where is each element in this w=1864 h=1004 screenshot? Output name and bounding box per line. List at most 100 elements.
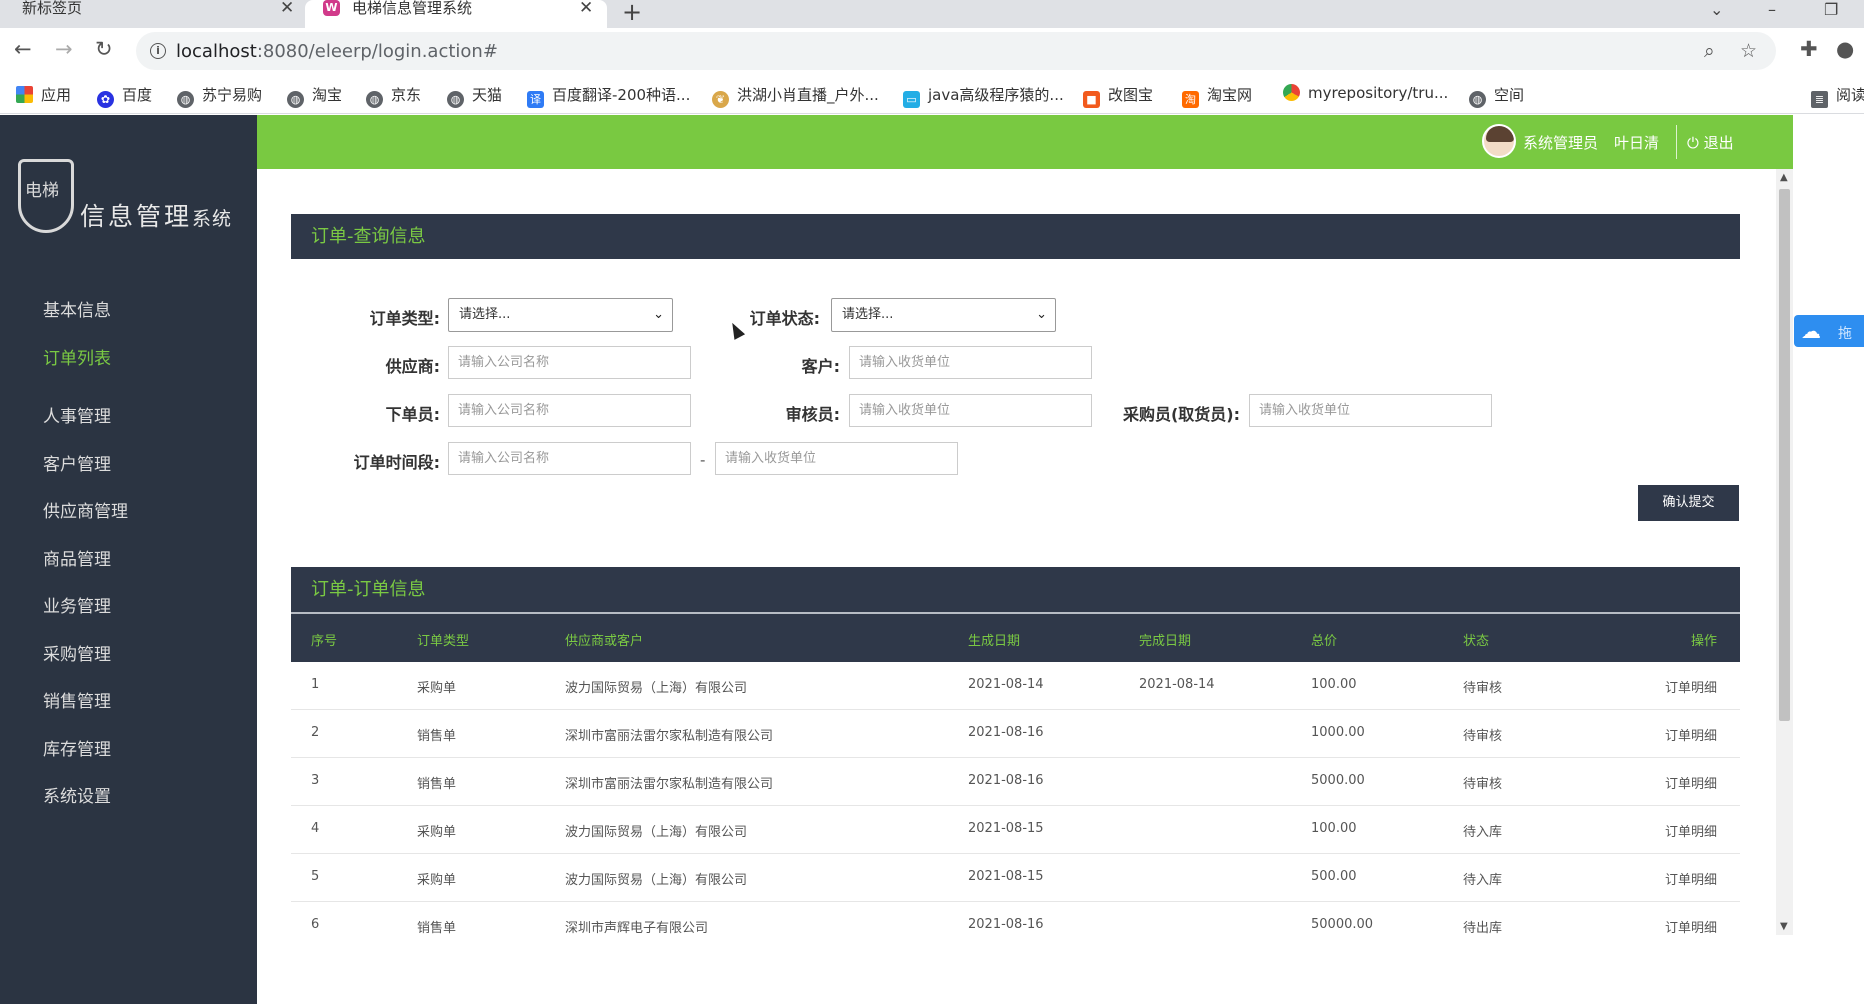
bookmark-tmall[interactable]: ◍ 天猫 [447,84,502,108]
table-row: 2 销售单 深圳市富丽法雷尔家私制造有限公司 2021-08-16 1000.0… [291,710,1740,758]
period-dash: - [700,451,706,469]
url-path: :8080/eleerp/login.action# [256,41,498,62]
order-detail-link[interactable]: 订单明细 [1665,725,1717,744]
chrome-icon [1283,84,1300,101]
user-avatar[interactable] [1482,124,1516,158]
bookmark-apps[interactable]: 应用 [16,84,71,105]
order-detail-link[interactable]: 订单明细 [1665,821,1717,840]
cell-party: 深圳市富丽法雷尔家私制造有限公司 [565,777,774,792]
baidu-netdisk-widget[interactable]: ☁ 拖 [1794,315,1864,347]
order-type-select[interactable]: 请选择... ⌄ [448,298,673,332]
forward-arrow-icon[interactable]: → [55,37,73,61]
sidebar-item-purchasing[interactable]: 采购管理 [43,640,111,665]
address-bar[interactable]: i localhost:8080/eleerp/login.action# ⌕ … [136,32,1776,70]
bookmark-label: 淘宝网 [1207,86,1253,104]
bookmark-baidu-translate[interactable]: 译百度翻译-200种语... [527,84,690,108]
table-row: 5 采购单 波力国际贸易（上海）有限公司 2021-08-15 500.00 待… [291,854,1740,902]
bookmark-star-icon[interactable]: ☆ [1740,40,1757,62]
scrollbar-thumb[interactable] [1779,189,1790,721]
bookmark-taobao-net[interactable]: 淘淘宝网 [1182,84,1252,108]
order-type-label: 订单类型: [369,309,440,328]
back-arrow-icon[interactable]: ← [14,37,32,61]
url-host: localhost [176,41,257,62]
user-name[interactable]: 叶日清 [1614,132,1659,153]
app-header: 系统管理员 叶日清 ⏻ 退出 [257,115,1793,169]
cell-index: 5 [311,869,320,884]
order-status-select[interactable]: 请选择... ⌄ [831,298,1056,332]
table-row: 4 采购单 波力国际贸易（上海）有限公司 2021-08-15 100.00 待… [291,806,1740,854]
table-header: 序号 订单类型 供应商或客户 生成日期 完成日期 总价 状态 操作 [291,612,1740,662]
new-tab-plus-icon[interactable]: + [622,0,642,26]
sidebar-item-personnel[interactable]: 人事管理 [43,402,111,427]
logout-button[interactable]: ⏻ 退出 [1687,132,1734,153]
tab-title: 电梯信息管理系统 [352,0,473,17]
cell-total: 50000.00 [1311,917,1374,932]
site-info-icon[interactable]: i [150,43,166,59]
bookmark-java-bilibili[interactable]: ▭ java高级程序猿的... [903,84,1064,108]
cell-status: 待审核 [1463,777,1503,792]
col-header-index: 序号 [311,634,338,649]
restore-icon[interactable]: ❐ [1824,0,1838,19]
reload-icon[interactable]: ↻ [95,37,113,61]
sidebar-item-order-list[interactable]: 订单列表 [43,344,111,369]
col-header-created: 生成日期 [968,634,1021,649]
period-start-input[interactable]: 请输入公司名称 [448,442,691,475]
order-detail-link[interactable]: 订单明细 [1665,773,1717,792]
customer-input[interactable]: 请输入收货单位 [849,346,1092,379]
cell-total: 100.00 [1311,821,1357,836]
buyer-input[interactable]: 请输入收货单位 [1249,394,1492,427]
cell-status: 待出库 [1463,921,1503,936]
close-icon[interactable]: ✕ [579,0,593,17]
cell-created: 2021-08-14 [968,677,1044,692]
zoom-icon[interactable]: ⌕ [1704,40,1715,62]
sidebar-item-suppliers[interactable]: 供应商管理 [43,497,128,522]
sidebar-item-inventory[interactable]: 库存管理 [43,735,111,760]
order-detail-link[interactable]: 订单明细 [1665,677,1717,696]
bookmark-gaitubao[interactable]: ■ 改图宝 [1083,84,1153,108]
bookmark-label: 百度翻译-200种语... [552,86,691,104]
order-period-label: 订单时间段: [353,453,440,472]
order-detail-link[interactable]: 订单明细 [1665,869,1717,888]
sidebar-item-business[interactable]: 业务管理 [43,592,111,617]
scroll-up-arrow-icon[interactable]: ▲ [1780,172,1788,183]
cell-index: 3 [311,773,320,788]
submit-button[interactable]: 确认提交 [1638,485,1739,521]
sidebar-item-settings[interactable]: 系统设置 [43,782,111,807]
sidebar-item-sales[interactable]: 销售管理 [43,687,111,712]
bookmark-taobao[interactable]: ◍ 淘宝 [287,84,342,108]
minimize-icon[interactable]: – [1768,0,1776,19]
tab-elevator-system[interactable]: W 电梯信息管理系统 ✕ [305,0,607,28]
profile-avatar-icon[interactable]: ● [1836,37,1854,61]
right-gutter [1793,115,1864,1004]
url-text[interactable]: localhost:8080/eleerp/login.action# [176,41,498,62]
auditor-input[interactable]: 请输入收货单位 [849,394,1092,427]
cell-order-type: 采购单 [417,873,457,888]
sidebar-item-basic-info[interactable]: 基本信息 [43,296,111,321]
bookmark-jd[interactable]: ◍ 京东 [366,84,421,108]
chevron-down-icon: ⌄ [653,307,664,322]
sidebar-item-products[interactable]: 商品管理 [43,545,111,570]
cell-order-type: 采购单 [417,825,457,840]
logo-shield-text: 电梯 [25,181,59,201]
cloud-icon: ☁ [1801,319,1821,343]
header-divider [1676,125,1677,159]
bookmark-honghu-live[interactable]: ❦ 洪湖小肖直播_户外... [712,84,879,108]
order-placer-input[interactable]: 请输入公司名称 [448,394,691,427]
tab-search-icon[interactable]: ⌄ [1710,0,1723,19]
bookmark-suning[interactable]: ◍ 苏宁易购 [177,84,262,108]
sidebar-item-customers[interactable]: 客户管理 [43,450,111,475]
bookmark-space[interactable]: ◍ 空间 [1469,84,1524,108]
tab-title: 新标签页 [22,0,83,17]
scroll-down-arrow-icon[interactable]: ▼ [1780,921,1788,932]
close-icon[interactable]: ✕ [280,0,294,17]
tab-new-tab[interactable]: 新标签页 ✕ [0,0,305,28]
extensions-puzzle-icon[interactable]: ✚ [1800,37,1818,61]
period-end-input[interactable]: 请输入收货单位 [715,442,958,475]
content-scrollbar[interactable]: ▲ ▼ [1776,169,1793,935]
bookmark-reading-list[interactable]: ≣ 阅读 [1811,84,1864,108]
reading-list-icon: ≣ [1811,91,1828,108]
bookmark-baidu[interactable]: ✿ 百度 [97,84,152,108]
bookmark-myrepository[interactable]: myrepository/tru... [1283,84,1448,102]
supplier-input[interactable]: 请输入公司名称 [448,346,691,379]
order-detail-link[interactable]: 订单明细 [1665,917,1717,936]
